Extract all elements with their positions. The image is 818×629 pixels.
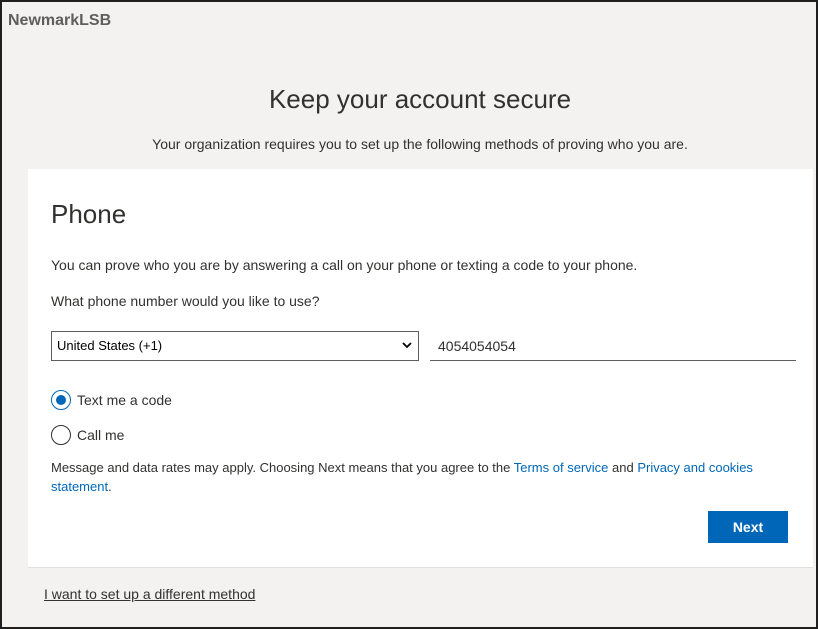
option-text-me-a-code[interactable]: Text me a code [51, 389, 172, 411]
card-title: Phone [51, 199, 127, 229]
phone-question: What phone number would you like to use? [51, 293, 320, 309]
country-code-value: United States (+1) [57, 338, 163, 353]
legal-notice: Message and data rates may apply. Choosi… [51, 458, 791, 496]
page-subtitle: Your organization requires you to set up… [152, 136, 688, 152]
option-label-call: Call me [77, 427, 125, 443]
different-method-link[interactable]: I want to set up a different method [44, 586, 255, 602]
legal-suffix: . [108, 479, 112, 494]
main-content: Keep your account secure Your organizati… [2, 44, 816, 627]
country-code-select[interactable]: United States (+1) [51, 331, 419, 361]
chevron-down-icon [402, 342, 412, 349]
brand-logo-text: NewmarkLSB [8, 12, 112, 29]
legal-middle: and [608, 460, 638, 475]
next-button[interactable]: Next [708, 511, 788, 543]
page-title: Keep your account secure [268, 84, 572, 114]
card-footer: I want to set up a different method [28, 567, 813, 619]
legal-prefix: Message and data rates may apply. Choosi… [51, 460, 514, 475]
phone-number-input[interactable] [430, 331, 796, 361]
app-frame: NewmarkLSB Keep your account secure Your… [0, 0, 818, 629]
option-call-me[interactable]: Call me [51, 424, 124, 446]
card-description: You can prove who you are by answering a… [51, 257, 638, 273]
option-label-text: Text me a code [77, 392, 172, 408]
radio-text-me-a-code[interactable] [51, 390, 71, 410]
top-bar: NewmarkLSB [2, 2, 816, 44]
terms-of-service-link[interactable]: Terms of service [514, 460, 609, 475]
phone-method-card: Phone You can prove who you are by answe… [28, 169, 813, 617]
radio-call-me[interactable] [51, 425, 71, 445]
